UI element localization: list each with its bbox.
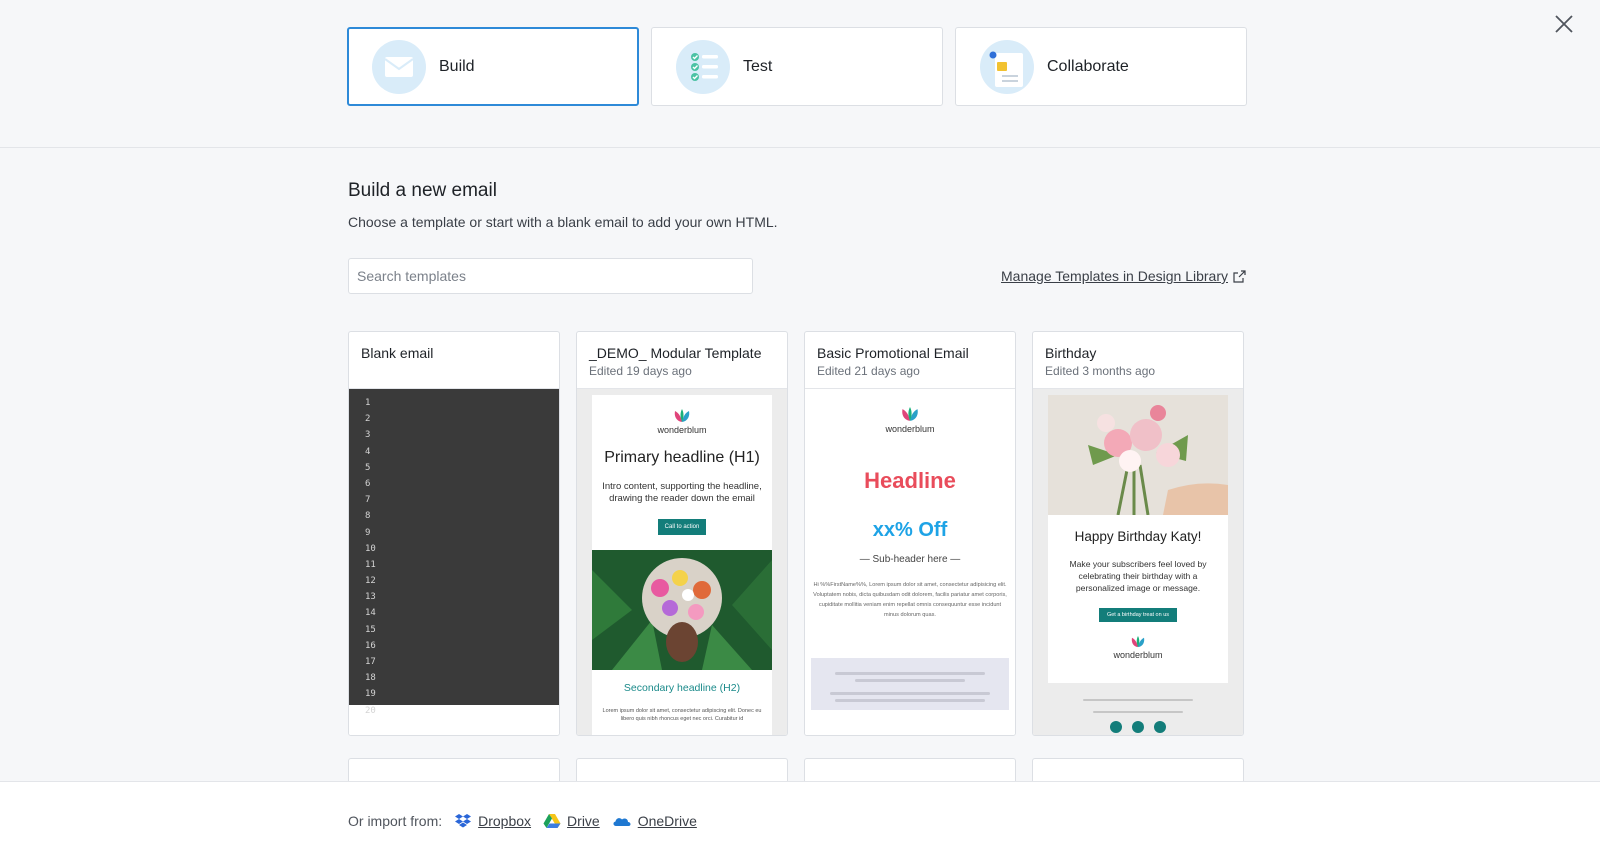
line-number: 15 <box>365 624 376 635</box>
line-number: 12 <box>365 576 376 587</box>
mode-test-card[interactable]: Test <box>651 27 943 106</box>
preview-body: Hi %%FirstName%%, Lorem ipsum dolor sit … <box>813 582 1007 618</box>
brand-name: wonderblum <box>657 425 707 435</box>
preview-subheader: — Sub-header here — <box>859 554 961 565</box>
wonderblum-logo-icon <box>1131 636 1145 648</box>
build-panel: Build a new email Choose a template or s… <box>348 180 1246 798</box>
envelope-icon <box>372 39 426 94</box>
search-templates-input[interactable] <box>348 258 753 294</box>
page-subtitle: Choose a template or start with a blank … <box>348 214 778 230</box>
template-card-blank[interactable]: Blank email 1 2 3 4 5 6 7 8 9 10 11 12 13 14 15 16 17 18 1… <box>348 331 560 736</box>
preview-h2: Secondary headline (H2) <box>623 682 741 694</box>
preview-intro: Intro content, supporting the headline, … <box>602 481 762 504</box>
template-card-basic-promotional[interactable]: Basic Promotional Email Edited 21 days a… <box>804 331 1016 736</box>
template-preview: wonderblum Primary headline (H1) Intro c… <box>577 389 787 735</box>
line-number: 8 <box>365 511 371 522</box>
template-name: Basic Promotional Email <box>817 345 969 361</box>
dropbox-icon <box>455 814 472 828</box>
line-number: 11 <box>365 559 376 570</box>
template-card-birthday[interactable]: Birthday Edited 3 months ago Happy Birth… <box>1032 331 1244 736</box>
close-icon[interactable] <box>1552 12 1576 36</box>
checklist-icon <box>676 39 730 94</box>
import-bar: Or import from: Dropbox Drive OneDrive <box>0 781 1600 859</box>
code-editor-preview: 1 2 3 4 5 6 7 8 9 10 11 12 13 14 15 16 17 18 19 20 <box>349 389 559 716</box>
line-number: 6 <box>365 478 371 489</box>
import-drive-link[interactable]: Drive <box>543 813 600 829</box>
external-link-icon <box>1233 269 1246 283</box>
line-number: 5 <box>365 462 371 473</box>
line-number: 7 <box>365 495 371 506</box>
template-name: _DEMO_ Modular Template <box>589 345 762 361</box>
template-edited: Edited 21 days ago <box>817 364 920 378</box>
import-onedrive-link[interactable]: OneDrive <box>612 813 697 829</box>
import-dropbox-label: Dropbox <box>478 813 532 829</box>
line-number: 19 <box>365 689 376 700</box>
template-edited: Edited 19 days ago <box>589 364 692 378</box>
line-number: 1 <box>365 398 371 408</box>
import-dropbox-link[interactable]: Dropbox <box>454 813 531 829</box>
social-icon <box>1154 721 1166 733</box>
import-drive-label: Drive <box>567 813 600 829</box>
template-name: Birthday <box>1045 345 1097 361</box>
preview-title: Happy Birthday Katy! <box>1074 529 1202 544</box>
line-number: 9 <box>365 527 371 538</box>
line-number: 2 <box>365 414 371 425</box>
line-number: 10 <box>365 543 376 554</box>
mode-collaborate-label: Collaborate <box>1047 57 1129 75</box>
wonderblum-logo-icon <box>902 407 918 421</box>
preview-cta: Get a birthday treat on us <box>1099 608 1177 622</box>
line-number: 14 <box>365 608 376 619</box>
template-preview: wonderblum Headline xx% Off — Sub-header… <box>805 389 1015 735</box>
onedrive-icon <box>613 818 631 826</box>
line-number: 3 <box>365 430 371 441</box>
line-number: 17 <box>365 657 376 667</box>
social-icon <box>1132 721 1144 733</box>
mode-test-label: Test <box>743 57 773 75</box>
preview-body: Lorem ipsum dolor sit amet, consectetur … <box>602 708 762 722</box>
line-number: 13 <box>365 592 376 603</box>
preview-footer <box>1033 695 1243 733</box>
flower-portrait-image <box>592 550 772 670</box>
template-edited: Edited 3 months ago <box>1045 364 1156 378</box>
line-number: 20 <box>365 705 376 716</box>
manage-templates-label: Manage Templates in Design Library <box>1001 268 1228 284</box>
template-preview: Happy Birthday Katy! Make your subscribe… <box>1033 389 1243 735</box>
preview-offer: xx% Off <box>872 519 948 541</box>
mode-build-label: Build <box>439 57 475 75</box>
import-label: Or import from: <box>348 813 443 829</box>
preview-cta: Call to action <box>658 519 706 535</box>
preview-h1: Primary headline (H1) <box>604 449 760 466</box>
preview-headline: Headline <box>864 468 956 493</box>
brand-name: wonderblum <box>885 424 935 434</box>
page-title: Build a new email <box>348 180 497 201</box>
template-card-demo-modular[interactable]: _DEMO_ Modular Template Edited 19 days a… <box>576 331 788 736</box>
template-preview: 1 2 3 4 5 6 7 8 9 10 11 12 13 14 15 16 17 18 19 20 <box>349 389 559 735</box>
social-icon <box>1110 721 1122 733</box>
line-number: 4 <box>365 446 371 457</box>
bouquet-image <box>1048 395 1228 515</box>
mode-build-card[interactable]: Build <box>347 27 639 106</box>
template-name: Blank email <box>361 345 434 361</box>
manage-templates-link[interactable]: Manage Templates in Design Library <box>1001 268 1246 284</box>
mode-collaborate-card[interactable]: Collaborate <box>955 27 1247 106</box>
google-drive-icon <box>543 814 561 828</box>
line-number: 18 <box>365 673 376 684</box>
brand-name: wonderblum <box>1113 650 1163 660</box>
preview-footer <box>811 658 1009 710</box>
preview-text: Make your subscribers feel loved by cele… <box>1069 559 1207 593</box>
line-number: 16 <box>365 640 376 651</box>
import-onedrive-label: OneDrive <box>637 813 697 829</box>
mode-bar: Build Test Collaborate <box>0 0 1600 148</box>
wonderblum-logo-icon <box>674 409 690 422</box>
thumbs-up-note-icon <box>980 39 1034 94</box>
